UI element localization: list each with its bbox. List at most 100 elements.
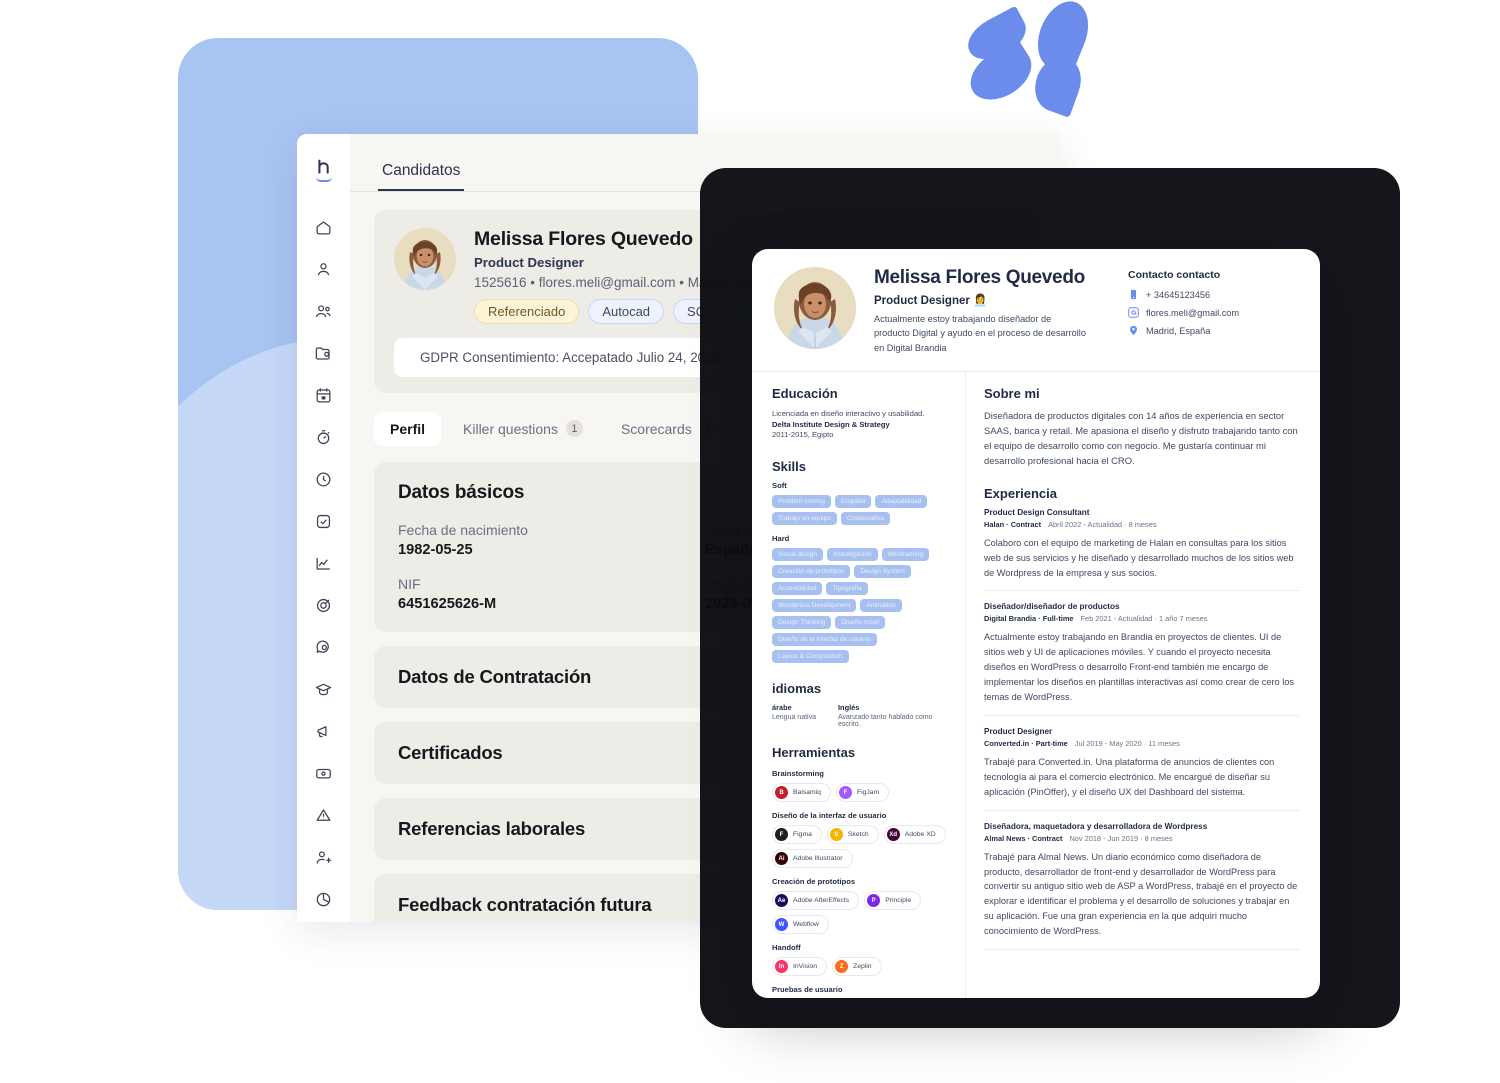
sidebar-item-calendar[interactable] [304,374,344,416]
sidebar-item-wallet[interactable] [304,752,344,794]
experience-company: Converted.in · Part-time [984,738,1068,748]
experience-title: Diseñadora, maquetadora y desarrolladora… [984,821,1208,831]
sidebar-item-chart[interactable] [304,542,344,584]
skill-tag: Investigación [827,548,878,562]
logo-icon[interactable] [307,148,341,188]
contact-phone-text: + 34645123456 [1146,289,1211,300]
tool-name: Sketch [847,831,869,839]
tool-chip: Z Zeplin [832,957,882,977]
skill-tag: Trabajo en equipo [772,512,837,526]
tool-icon: P [867,894,881,908]
tool-chip: B Balsamiq [772,783,831,803]
skill-tag: Design System [854,565,911,579]
tool-name: Adobe AfterEffects [793,897,850,905]
tools-group-prototyping: Ae Adobe AfterEffects P Principle W Webflow [772,891,951,935]
sobre-mi-title: Sobre mi [984,385,1040,401]
language-name: árabe [772,703,792,713]
experience-title: Product Designer [984,726,1053,736]
experience-meta: Halan · Contract Abril 2022 - Actualidad … [984,520,1300,529]
skill-tag: Visual design [772,548,824,562]
sidebar [297,134,350,922]
language-item: Inglés Avanzado tanto hablado como escri… [838,703,951,728]
skills-hard-label: Hard [772,534,790,544]
tag-autocad[interactable]: Autocad [588,299,665,324]
sidebar-item-chat[interactable] [304,626,344,668]
field-value: 6451625626-M [398,596,497,612]
tag-referenciado[interactable]: Referenciado [474,299,580,324]
experiencia-title: Experiencia [984,485,1057,501]
tool-chip: W Webflow [772,915,829,935]
sidebar-item-pie[interactable] [304,878,344,920]
cv-preview-card: Melissa Flores Quevedo Product Designer … [752,249,1320,998]
contact-location-text: Madrid, España [1146,325,1211,336]
sidebar-item-user-add[interactable] [304,836,344,878]
tab-killer-questions[interactable]: Killer questions 1 [447,411,599,446]
location-icon [1130,325,1137,336]
skill-tag: Adaptabilidad [875,495,928,509]
tab-scorecards-label: Scorecards [620,420,692,437]
experience-company: Digital Brandia · Full-time [984,614,1074,624]
experience-dates: Nov 2018 - Jun 2019 · 8 meses [1069,833,1173,843]
tool-name: Principle [885,897,912,905]
sidebar-item-target[interactable] [304,584,344,626]
tab-candidatos[interactable]: Candidatos [378,162,465,191]
cv-header: Melissa Flores Quevedo Product Designer … [752,249,1320,372]
experience-desc: Trabajé para Converted.in. Una plataform… [984,756,1275,797]
tab-perfil-label: Perfil [390,420,426,437]
skills-hard-tags: Visual design Investigación Wireframing … [772,548,951,664]
skills-title: Skills [772,459,806,475]
language-level: Avanzado tanto hablado como escrito. [838,714,933,729]
skill-tag: Empatía [834,495,872,509]
tools-group-brainstorming: B Balsamiq F FigJam [772,783,951,803]
skills-soft-tags: Problem solving Empatía Adaptabilidad Tr… [772,495,951,526]
skill-tag: Animation [860,599,902,613]
sidebar-item-stopwatch[interactable] [304,416,344,458]
skill-tag: Diseño de la interfaz de usuario [772,633,877,647]
tools-group-label: Creación de prototipos [772,877,856,887]
tab-perfil[interactable]: Perfil [374,411,442,446]
tool-chip: Ae Adobe AfterEffects [772,891,860,911]
experience-company: Almal News · Contract [984,833,1063,843]
skill-tag: Creación de prototipos [772,565,851,579]
sidebar-item-checkbox[interactable] [304,500,344,542]
sidebar-item-alert[interactable] [304,794,344,836]
tool-icon: F [775,828,788,842]
experience-dates: Feb 2021 - Actualidad · 1 año 7 meses [1080,614,1208,624]
tool-chip: Ai Adobe Illustrator [772,849,853,869]
field-value: 1982-05-25 [398,542,473,558]
skill-tag: Layout & Composition [772,650,849,664]
sidebar-item-megaphone[interactable] [304,710,344,752]
tool-icon: Ae [775,894,788,908]
gdpr-text: GDPR Consentimiento: Accepatado Julio 24… [420,350,720,365]
educacion-years: 2011-2015, Egipto [772,429,834,439]
sidebar-item-clock[interactable] [304,458,344,500]
skill-tag: Design Thinking [772,616,832,630]
contact-email: flores.meli@gmail.com [1128,307,1298,318]
experience-desc: Colaboro con el equipo de marketing de H… [984,537,1294,578]
phone-icon [1130,289,1137,300]
sidebar-item-graduation[interactable] [304,668,344,710]
sobre-mi-text: Diseñadora de productos digitales con 14… [984,409,1298,467]
tools-group-label: Handoff [772,943,801,953]
contact-email-text: flores.meli@gmail.com [1146,307,1240,318]
tools-group-label: Pruebas de usuario [772,985,843,995]
sidebar-item-user[interactable] [304,248,344,290]
tools-group-ui-design: F Figma S Sketch Xd Adobe XD Ai Adobe Illust… [772,825,951,869]
tool-icon: Ai [775,852,788,866]
sidebar-item-folder[interactable] [304,332,344,374]
educacion-degree: Licenciada en diseño interactivo y usabi… [772,408,925,418]
tool-name: FigJam [856,789,880,797]
cv-contact-block: Contacto contacto + 34645123456 flores.m… [1128,267,1298,343]
sidebar-item-home[interactable] [304,206,344,248]
experience-item: Diseñador/diseñador de productos Digital… [984,602,1300,716]
educacion-school: Delta Institute Design & Strategy [772,419,890,429]
cv-bio: Actualmente estoy trabajando diseñador d… [874,314,1086,353]
language-name: Inglés [838,703,860,713]
email-icon [1128,307,1139,318]
sidebar-item-users[interactable] [304,290,344,332]
experience-meta: Converted.in · Part-time Jul 2019 - May 2… [984,739,1300,748]
tool-icon: B [775,786,788,800]
field-label: Fecha de nacimiento [398,522,528,538]
decorative-leaf-icon [1027,50,1089,118]
field-fecha-nacimiento: Fecha de nacimiento 1982-05-25 [398,522,705,558]
